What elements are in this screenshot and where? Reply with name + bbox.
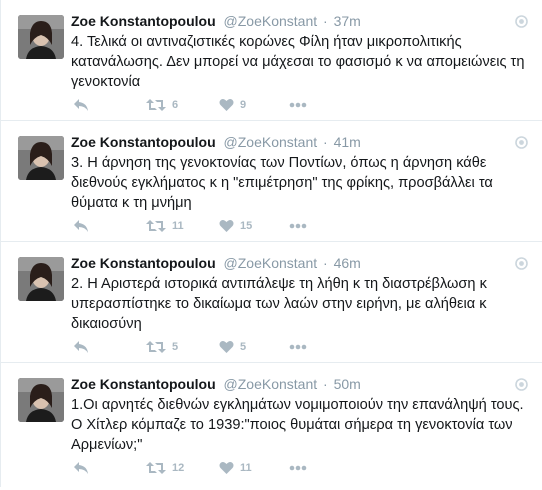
avatar[interactable] <box>18 378 64 422</box>
retweet-icon <box>146 462 166 474</box>
tweet-options-icon[interactable] <box>515 378 528 391</box>
more-button[interactable] <box>289 460 307 476</box>
tweet[interactable]: Zoe Konstantopoulou @ZoeKonstant · 46m 2… <box>1 242 542 363</box>
like-count: 9 <box>240 99 247 111</box>
more-dots-icon <box>289 223 307 229</box>
retweet-button[interactable]: 12 <box>146 460 184 476</box>
timestamp[interactable]: 37m <box>334 13 361 29</box>
timestamp[interactable]: 46m <box>334 255 361 271</box>
more-button[interactable] <box>289 97 307 113</box>
tweet-actions: 5 5 <box>71 339 331 355</box>
tweet[interactable]: Zoe Konstantopoulou @ZoeKonstant · 37m 4… <box>1 0 542 121</box>
retweet-count: 6 <box>172 99 179 111</box>
tweet[interactable]: Zoe Konstantopoulou @ZoeKonstant · 50m 1… <box>1 363 542 487</box>
tweet-text: 3. Η άρνηση της γενοκτονίας των Ποντίων,… <box>71 155 493 211</box>
separator: · <box>323 255 328 271</box>
tweet-actions: 11 15 <box>71 218 331 234</box>
separator: · <box>323 376 328 392</box>
heart-icon <box>219 98 234 111</box>
retweet-icon <box>146 99 166 111</box>
like-button[interactable]: 5 <box>219 339 246 355</box>
heart-icon <box>219 219 234 232</box>
tweet-options-icon[interactable] <box>515 15 528 28</box>
retweet-icon <box>146 341 166 353</box>
author-name[interactable]: Zoe Konstantopoulou <box>71 376 216 392</box>
heart-icon <box>219 340 234 353</box>
like-count: 11 <box>240 462 252 474</box>
more-button[interactable] <box>289 218 307 234</box>
reply-icon <box>74 99 88 111</box>
separator: · <box>323 134 328 150</box>
more-dots-icon <box>289 102 307 108</box>
reply-icon <box>74 220 88 232</box>
like-button[interactable]: 9 <box>219 97 246 113</box>
more-dots-icon <box>289 344 307 350</box>
tweet-actions: 12 11 <box>71 460 331 476</box>
tweet-header: Zoe Konstantopoulou @ZoeKonstant · 41m <box>71 133 522 151</box>
reply-button[interactable] <box>73 460 89 476</box>
tweet-actions: 6 9 <box>71 97 331 113</box>
reply-button[interactable] <box>73 97 89 113</box>
avatar[interactable] <box>18 257 64 301</box>
tweet-header: Zoe Konstantopoulou @ZoeKonstant · 50m <box>71 375 522 393</box>
tweet[interactable]: Zoe Konstantopoulou @ZoeKonstant · 41m 3… <box>1 121 542 242</box>
reply-button[interactable] <box>73 339 89 355</box>
reply-icon <box>74 341 88 353</box>
author-handle[interactable]: @ZoeKonstant <box>224 13 318 29</box>
more-dots-icon <box>289 465 307 471</box>
retweet-button[interactable]: 6 <box>146 97 178 113</box>
retweet-button[interactable]: 5 <box>146 339 178 355</box>
avatar[interactable] <box>18 136 64 180</box>
heart-icon <box>219 461 234 474</box>
more-button[interactable] <box>289 339 307 355</box>
tweet-options-icon[interactable] <box>515 136 528 149</box>
retweet-button[interactable]: 11 <box>146 218 184 234</box>
author-handle[interactable]: @ZoeKonstant <box>224 255 318 271</box>
tweet-header: Zoe Konstantopoulou @ZoeKonstant · 46m <box>71 254 522 272</box>
tweet-text: 4. Τελικά οι αντιναζιστικές κορώνες Φίλη… <box>71 34 525 90</box>
reply-icon <box>74 462 88 474</box>
timeline: Zoe Konstantopoulou @ZoeKonstant · 37m 4… <box>0 0 542 487</box>
tweet-header: Zoe Konstantopoulou @ZoeKonstant · 37m <box>71 12 522 30</box>
retweet-count: 11 <box>172 220 184 232</box>
author-name[interactable]: Zoe Konstantopoulou <box>71 255 216 271</box>
tweet-text: 2. Η Αριστερά ιστορικά αντιπάλεψε τη λήθ… <box>71 276 487 332</box>
timestamp[interactable]: 41m <box>334 134 361 150</box>
author-name[interactable]: Zoe Konstantopoulou <box>71 13 216 29</box>
like-count: 15 <box>240 220 253 232</box>
author-handle[interactable]: @ZoeKonstant <box>224 376 318 392</box>
author-name[interactable]: Zoe Konstantopoulou <box>71 134 216 150</box>
timestamp[interactable]: 50m <box>334 376 361 392</box>
avatar[interactable] <box>18 15 64 59</box>
like-count: 5 <box>240 341 247 353</box>
like-button[interactable]: 15 <box>219 218 252 234</box>
retweet-icon <box>146 220 166 232</box>
retweet-count: 5 <box>172 341 179 353</box>
retweet-count: 12 <box>172 462 185 474</box>
author-handle[interactable]: @ZoeKonstant <box>224 134 318 150</box>
like-button[interactable]: 11 <box>219 460 252 476</box>
reply-button[interactable] <box>73 218 89 234</box>
tweet-text: 1.Οι αρνητές διεθνών εγκλημάτων νομιμοπο… <box>71 397 524 453</box>
separator: · <box>323 13 328 29</box>
tweet-options-icon[interactable] <box>515 257 528 270</box>
